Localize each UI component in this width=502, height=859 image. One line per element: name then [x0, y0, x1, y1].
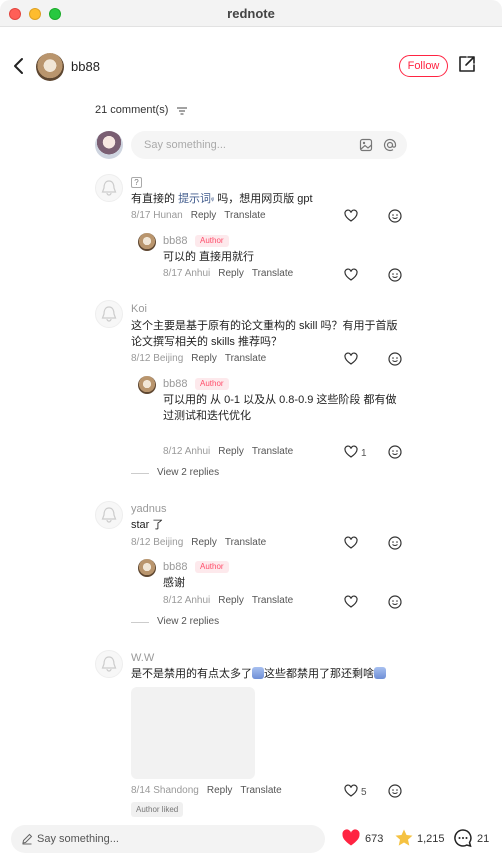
star-total: 1,215	[417, 833, 445, 845]
translate-button[interactable]: Translate	[224, 210, 265, 221]
author-name[interactable]: bb88	[71, 59, 100, 74]
reply-meta: 8/17 Anhui Reply Translate	[163, 268, 294, 279]
view-replies-link[interactable]: View 2 replies	[157, 616, 219, 627]
comment-text-line1: 这个主要是基于原有的论文重构的 skill 吗？有用于首版	[131, 320, 398, 332]
view-replies-link[interactable]: View 2 replies	[157, 467, 219, 478]
author-badge: Author	[195, 235, 229, 247]
sort-icon[interactable]	[177, 107, 187, 115]
unknown-name-glyph: ?	[131, 177, 142, 188]
star-filled-icon[interactable]	[394, 828, 414, 848]
author-badge: Author	[195, 378, 229, 390]
window-title: rednote	[227, 6, 275, 21]
reply-text: 感谢	[163, 577, 185, 589]
commenter-avatar[interactable]	[95, 174, 123, 202]
reply-author-name[interactable]: bb88	[163, 235, 187, 247]
like-heart-filled-icon[interactable]	[341, 828, 361, 848]
reply-avatar[interactable]	[138, 559, 156, 577]
reply-author-name[interactable]: bb88	[163, 378, 187, 390]
follow-button[interactable]: Follow	[399, 55, 448, 77]
emoji-reaction-icon[interactable]	[388, 784, 402, 798]
emoji-reaction-icon[interactable]	[388, 536, 402, 550]
translate-button[interactable]: Translate	[252, 595, 293, 606]
comment-text: 是不是禁用的有点太多了 这些都禁用了那还剩啥	[131, 666, 386, 682]
app-window: rednote bb88 Follow 21 comment(s) Say so…	[0, 0, 502, 859]
heart-icon[interactable]	[344, 209, 358, 223]
current-user-avatar	[95, 131, 123, 159]
commenter-avatar[interactable]	[95, 501, 123, 529]
image-icon[interactable]	[359, 138, 373, 152]
comment-text-line2: 论文撰写相关的 skills 推荐吗？	[131, 336, 282, 348]
comment-meta: 8/14 Shandong Reply Translate	[131, 785, 282, 796]
commenter-avatar[interactable]	[95, 650, 123, 678]
commenter-name[interactable]: W.W	[131, 652, 154, 664]
translate-button[interactable]: Translate	[252, 268, 293, 279]
commenter-name[interactable]: yadnus	[131, 503, 166, 515]
commenter-name[interactable]: Koi	[131, 303, 147, 315]
divider	[131, 622, 149, 623]
heart-icon[interactable]	[344, 595, 358, 609]
reply-button[interactable]: Reply	[191, 537, 217, 548]
comment-input[interactable]: Say something...	[131, 131, 407, 159]
emoji-reaction-icon[interactable]	[388, 352, 402, 366]
heart-icon[interactable]	[344, 268, 358, 282]
reply-avatar[interactable]	[138, 233, 156, 251]
like-count: 1	[361, 448, 367, 459]
reply-button[interactable]: Reply	[218, 268, 244, 279]
reply-button[interactable]: Reply	[191, 210, 217, 221]
reply-author-name[interactable]: bb88	[163, 561, 187, 573]
translate-button[interactable]: Translate	[240, 785, 281, 796]
emoji-reaction-icon[interactable]	[388, 445, 402, 459]
emoji-reaction-icon[interactable]	[388, 268, 402, 282]
reply-avatar[interactable]	[138, 376, 156, 394]
translate-button[interactable]: Translate	[225, 537, 266, 548]
pencil-icon	[22, 833, 33, 845]
author-badge: Author	[195, 561, 229, 573]
comment-count: 21 comment(s)	[95, 104, 169, 116]
reply-button[interactable]: Reply	[191, 353, 217, 364]
reply-button[interactable]: Reply	[218, 595, 244, 606]
comment-bubble-icon[interactable]	[453, 828, 473, 848]
reply-text-line1: 可以用的 从 0-1 以及从 0.8-0.9 这些阶段 都有做	[163, 394, 397, 406]
share-icon[interactable]	[458, 55, 476, 73]
note-header: bb88 Follow	[0, 27, 502, 107]
reply-text-line2: 过测试和迭代优化	[163, 410, 251, 422]
reply-meta: 8/12 Anhui Reply Translate	[163, 446, 294, 457]
keyword-link[interactable]: 提示词	[178, 193, 211, 205]
translate-button[interactable]: Translate	[252, 446, 293, 457]
author-liked-badge: Author liked	[131, 802, 184, 817]
bottom-comment-input[interactable]: Say something...	[11, 825, 325, 853]
comment-image[interactable]	[131, 687, 255, 779]
reply-text: 可以的 直接用就行	[163, 251, 255, 263]
mention-icon[interactable]	[383, 138, 397, 152]
title-bar: rednote	[0, 0, 502, 27]
comment-text: star 了	[131, 519, 164, 531]
bottom-action-bar: Say something... 673 1,215 21	[0, 821, 502, 859]
like-total: 673	[365, 833, 384, 845]
comment-meta: 8/12 Beijing Reply Translate	[131, 353, 267, 364]
comment-meta: 8/17 Hunan Reply Translate	[131, 210, 266, 221]
comment-meta: 8/12 Beijing Reply Translate	[131, 537, 267, 548]
comment-input-placeholder: Say something...	[144, 139, 226, 151]
emoji-reaction-icon[interactable]	[388, 595, 402, 609]
heart-icon[interactable]	[344, 352, 358, 366]
like-count: 5	[361, 787, 367, 798]
comment-text: 有直接的 提示词ᵠ 吗，想用网页版 gpt	[131, 193, 313, 205]
reply-meta: 8/12 Anhui Reply Translate	[163, 595, 294, 606]
comment-total: 21	[477, 833, 490, 845]
heart-icon[interactable]	[344, 445, 358, 459]
heart-icon[interactable]	[344, 536, 358, 550]
heart-icon[interactable]	[344, 784, 358, 798]
author-avatar[interactable]	[36, 53, 64, 81]
emoji-reaction-icon[interactable]	[388, 209, 402, 223]
sticker-emoji-icon	[252, 667, 264, 679]
divider	[131, 473, 149, 474]
translate-button[interactable]: Translate	[225, 353, 266, 364]
reply-button[interactable]: Reply	[218, 446, 244, 457]
sticker-emoji-icon	[374, 667, 386, 679]
back-chevron-icon[interactable]	[12, 56, 26, 76]
bottom-input-placeholder: Say something...	[37, 833, 119, 845]
commenter-avatar[interactable]	[95, 300, 123, 328]
reply-button[interactable]: Reply	[207, 785, 233, 796]
